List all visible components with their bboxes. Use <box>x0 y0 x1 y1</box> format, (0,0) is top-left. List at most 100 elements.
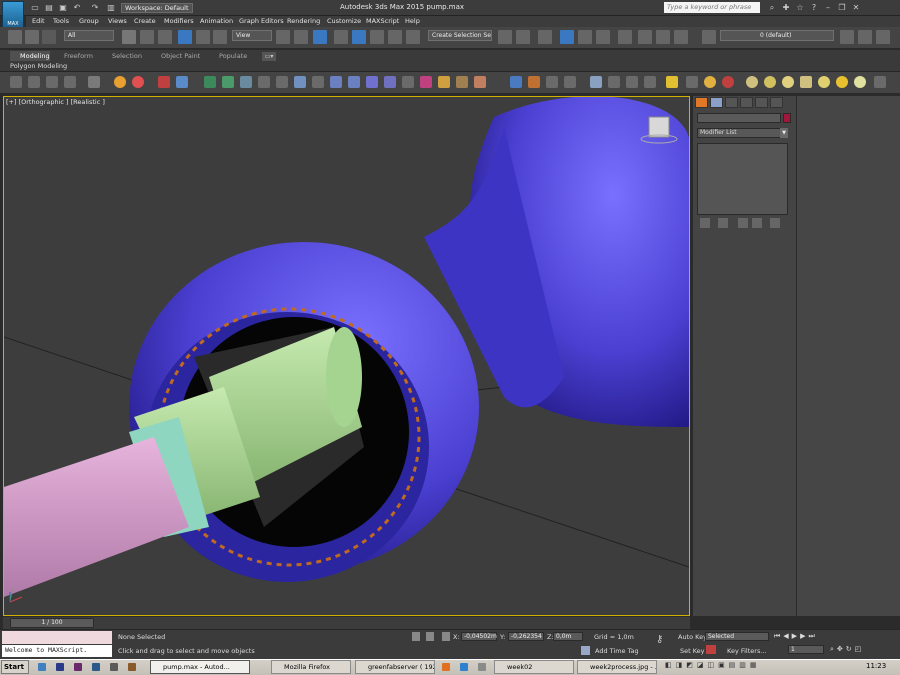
hierarchy-tab-icon[interactable] <box>725 97 738 108</box>
snap-edge-icon[interactable] <box>28 76 40 88</box>
render-frame-icon[interactable] <box>674 30 688 44</box>
auto-key-button[interactable]: Auto Key <box>678 633 707 641</box>
playback-controls[interactable]: ⏮◀▶▶⏭ <box>774 632 884 642</box>
chevron-down-icon[interactable]: ▼ <box>780 128 788 138</box>
dome-icon[interactable] <box>764 76 776 88</box>
mass-fx-icon[interactable] <box>384 76 396 88</box>
reference-coordinate-dropdown[interactable]: View <box>232 30 272 41</box>
ribbon-options-button[interactable]: ▭▾ <box>262 52 276 61</box>
rotate-icon[interactable] <box>196 30 210 44</box>
scene-explorer-icon[interactable] <box>560 30 574 44</box>
ribbon-sub-label[interactable]: Polygon Modeling <box>10 62 67 70</box>
frame-window-icon[interactable] <box>626 76 638 88</box>
quicklaunch-ie-icon[interactable] <box>38 663 46 671</box>
task-firefox[interactable]: Mozilla Firefox <box>271 660 351 674</box>
star-icon[interactable]: ☆ <box>794 2 806 13</box>
search-input[interactable]: Type a keyword or phrase <box>664 2 760 13</box>
search-icon[interactable]: ⌕ <box>766 2 778 13</box>
workspace-dropdown[interactable]: Workspace: Default <box>121 3 193 13</box>
maxscript-mini-listener[interactable]: Welcome to MAXScript. <box>2 645 112 657</box>
layers-icon[interactable] <box>702 30 716 44</box>
task-pump-max[interactable]: pump.max - Autod... <box>150 660 250 674</box>
snap-vertex-icon[interactable] <box>10 76 22 88</box>
menu-tools[interactable]: Tools <box>53 17 69 25</box>
create-tab-icon[interactable] <box>695 97 708 108</box>
ribbon-tab-populate[interactable]: Populate <box>219 52 247 60</box>
quicklaunch-ps-icon[interactable] <box>56 663 64 671</box>
subscription-icon[interactable]: ✚ <box>780 2 792 13</box>
close-icon[interactable]: ✕ <box>850 2 862 13</box>
help-icon[interactable]: ? <box>808 2 820 13</box>
omni-icon[interactable] <box>704 76 716 88</box>
time-tag-icon[interactable] <box>581 646 590 655</box>
save-file-icon[interactable]: ▣ <box>58 3 68 13</box>
viewport-label[interactable]: [+] [Orthographic ] [Realistic ] <box>6 98 105 106</box>
spinner-snap-icon[interactable] <box>388 30 402 44</box>
paint-icon[interactable] <box>420 76 432 88</box>
object-color-swatch[interactable] <box>783 113 791 123</box>
restore-icon[interactable]: ❐ <box>836 2 848 13</box>
fluid-icon[interactable] <box>366 76 378 88</box>
cabinet-icon[interactable] <box>456 76 468 88</box>
menu-modifiers[interactable]: Modifiers <box>164 17 194 25</box>
snap-face-icon[interactable] <box>46 76 58 88</box>
menu-group[interactable]: Group <box>79 17 99 25</box>
time-slider[interactable]: 1 / 100 <box>10 618 94 628</box>
crosshair-icon[interactable] <box>510 76 522 88</box>
select-in-layer-icon[interactable] <box>876 30 890 44</box>
target-icon[interactable] <box>132 76 144 88</box>
named-selection-dropdown[interactable]: Create Selection Se <box>428 30 492 41</box>
terrain-icon[interactable] <box>402 76 414 88</box>
layer-explorer-icon[interactable] <box>538 30 552 44</box>
ribbon-toggle-icon[interactable] <box>578 30 592 44</box>
isolate-icon[interactable] <box>426 632 434 641</box>
project-folder-icon[interactable]: ▥ <box>106 3 116 13</box>
x-coordinate-field[interactable]: -0,04502m <box>461 632 497 641</box>
taskbar-firefox-icon[interactable] <box>442 663 450 671</box>
current-frame-field[interactable]: 1 <box>788 645 824 654</box>
geosphere-icon[interactable] <box>818 76 830 88</box>
render-setup-icon[interactable] <box>656 30 670 44</box>
minimize-icon[interactable]: – <box>822 2 834 13</box>
bone-icon[interactable] <box>528 76 540 88</box>
timeline[interactable] <box>3 617 690 629</box>
taskbar-chrome-icon[interactable] <box>460 663 468 671</box>
quicklaunch-pr-icon[interactable] <box>74 663 82 671</box>
material-editor-icon[interactable] <box>638 30 652 44</box>
system-tray[interactable]: ◧◨◩◪◫▣▤▥▦ <box>665 661 860 673</box>
new-file-icon[interactable]: ▭ <box>30 3 40 13</box>
key-filters-button[interactable]: Key Filters... <box>727 647 767 655</box>
checker-icon[interactable] <box>88 76 100 88</box>
menu-views[interactable]: Views <box>108 17 127 25</box>
viewport-navigation[interactable]: ⌕✥↻◰ <box>830 645 890 655</box>
select-by-name-icon[interactable] <box>140 30 154 44</box>
grid-plane-icon[interactable] <box>874 76 886 88</box>
cone-icon[interactable] <box>800 76 812 88</box>
camera-icon[interactable] <box>258 76 270 88</box>
viewport-scene[interactable] <box>4 97 689 615</box>
menu-graph-editors[interactable]: Graph Editors <box>239 17 284 25</box>
quicklaunch-folder-icon[interactable] <box>128 663 136 671</box>
display-tab-icon[interactable] <box>755 97 768 108</box>
ribbon-tab-object-paint[interactable]: Object Paint <box>161 52 200 60</box>
sun-icon[interactable] <box>836 76 848 88</box>
modify-tab-icon[interactable] <box>710 97 723 108</box>
menu-maxscript[interactable]: MAXScript <box>366 17 399 25</box>
hat-icon[interactable] <box>438 76 450 88</box>
curve-editor-icon[interactable] <box>596 30 610 44</box>
box-icon[interactable] <box>474 76 486 88</box>
layer-dropdown[interactable]: 0 (default) <box>720 30 834 41</box>
redo-icon[interactable]: ↷ <box>90 3 100 13</box>
menu-create[interactable]: Create <box>134 17 156 25</box>
schematic-view-icon[interactable] <box>618 30 632 44</box>
lamp-icon[interactable] <box>240 76 252 88</box>
teapot-icon[interactable] <box>590 76 602 88</box>
percent-snap-icon[interactable] <box>370 30 384 44</box>
render-setup-2-icon[interactable] <box>644 76 656 88</box>
start-button[interactable]: Start <box>1 660 29 674</box>
scatter-icon[interactable] <box>176 76 188 88</box>
spot-icon[interactable] <box>722 76 734 88</box>
quicklaunch-terminal-icon[interactable] <box>110 663 118 671</box>
quicklaunch-app-icon[interactable] <box>92 663 100 671</box>
menu-rendering[interactable]: Rendering <box>287 17 320 25</box>
